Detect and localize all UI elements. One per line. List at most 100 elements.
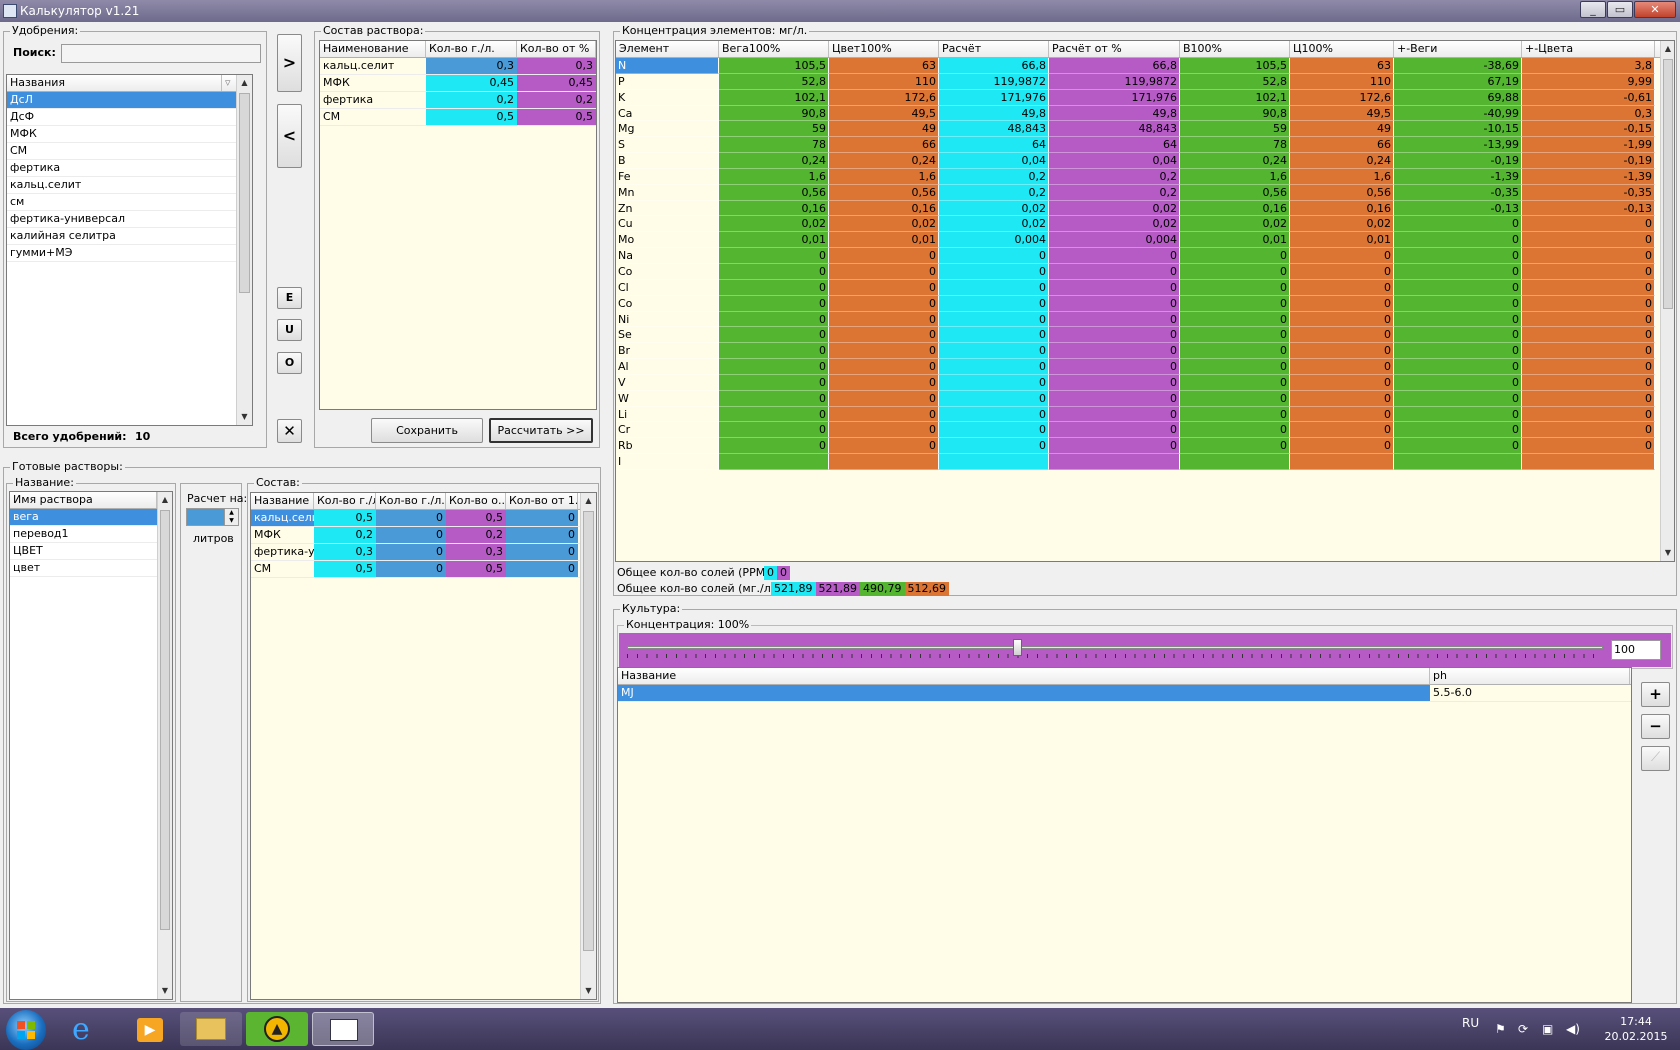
- element-row[interactable]: Mg 59 49 48,843 48,843 59 49 -10,15 -0,15: [616, 121, 1674, 138]
- element-row[interactable]: N 105,5 63 66,8 66,8 105,5 63 -38,69 3,8: [616, 58, 1674, 74]
- volume-icon[interactable]: ◀): [1566, 1022, 1580, 1036]
- calculate-button[interactable]: Рассчитать >>: [489, 418, 593, 443]
- ready-composition-row[interactable]: МФК 0,2 0 0,2 0: [251, 527, 580, 544]
- scroll-up-icon[interactable]: ▲: [581, 493, 596, 509]
- culture-col-ph[interactable]: ph: [1430, 668, 1630, 684]
- liters-spinbox[interactable]: ▲ ▼: [186, 508, 239, 526]
- element-row[interactable]: Cu 0,02 0,02 0,02 0,02 0,02 0,02 0 0: [616, 216, 1674, 233]
- file-explorer-icon[interactable]: [180, 1012, 242, 1046]
- concentration-col-6[interactable]: Ц100%: [1290, 41, 1394, 57]
- rc-col-c[interactable]: Кол-во о...: [446, 493, 506, 509]
- composition-row[interactable]: СМ 0,5 0,5: [320, 109, 596, 126]
- scroll-down-icon[interactable]: ▼: [158, 983, 172, 999]
- concentration-col-0[interactable]: Элемент: [616, 41, 719, 57]
- solution-item[interactable]: вега: [10, 509, 157, 526]
- network-icon[interactable]: ▣: [1542, 1022, 1553, 1036]
- rc-col-b[interactable]: Кол-во г./л.: [376, 493, 446, 509]
- composition-row[interactable]: МФК 0,45 0,45: [320, 75, 596, 92]
- spin-arrows-icon[interactable]: ▲ ▼: [224, 509, 238, 525]
- internet-explorer-icon[interactable]: e: [72, 1015, 90, 1045]
- element-row[interactable]: Se 0 0 0 0 0 0 0 0: [616, 327, 1674, 344]
- element-row[interactable]: Mo 0,01 0,01 0,004 0,004 0,01 0,01 0 0: [616, 232, 1674, 249]
- element-row[interactable]: Ni 0 0 0 0 0 0 0 0: [616, 311, 1674, 328]
- rc-col-name[interactable]: Название: [251, 493, 314, 509]
- add-to-solution-button[interactable]: >: [277, 34, 302, 92]
- solution-item[interactable]: перевод1: [10, 526, 157, 543]
- element-row[interactable]: Fe 1,6 1,6 0,2 0,2 1,6 1,6 -1,39 -1,39: [616, 168, 1674, 185]
- col-name[interactable]: Наименование: [320, 41, 426, 57]
- u-button[interactable]: U: [277, 319, 302, 341]
- element-row[interactable]: Co 0 0 0 0 0 0 0 0: [616, 295, 1674, 312]
- delete-button[interactable]: ✕: [277, 419, 302, 443]
- scroll-down-icon[interactable]: ▼: [581, 983, 596, 999]
- concentration-table[interactable]: Элемент Вега100% Цвет100% Расчёт Расчёт от %…: [615, 40, 1675, 562]
- composition-pct[interactable]: 0,5: [517, 109, 596, 125]
- concentration-scrollbar[interactable]: ▲ ▼: [1660, 41, 1674, 561]
- fertilizer-item[interactable]: МФК: [7, 126, 236, 143]
- composition-qty[interactable]: 0,45: [426, 75, 517, 91]
- composition-row[interactable]: фертика 0,2 0,2: [320, 92, 596, 109]
- maximize-button[interactable]: ▭: [1607, 1, 1633, 18]
- element-row[interactable]: Rb 0 0 0 0 0 0 0 0: [616, 438, 1674, 455]
- fertilizer-item[interactable]: фертика: [7, 160, 236, 177]
- scroll-thumb[interactable]: [583, 511, 594, 951]
- element-row[interactable]: Ca 90,8 49,5 49,8 49,8 90,8 49,5 -40,99 0,3: [616, 105, 1674, 122]
- culture-table[interactable]: Название ph MJ 5.5-6.0: [617, 667, 1632, 1003]
- col-qty[interactable]: Кол-во г./л.: [426, 41, 517, 57]
- element-row[interactable]: I: [616, 454, 1674, 470]
- solution-composition-table[interactable]: Наименование Кол-во г./л. Кол-во от % ка…: [319, 40, 597, 410]
- rc-col-a[interactable]: Кол-во г./л.: [314, 493, 376, 509]
- fertilizer-item[interactable]: калийная селитра: [7, 228, 236, 245]
- fertilizer-item[interactable]: гумми+МЭ: [7, 245, 236, 262]
- solution-list[interactable]: Имя раствора вега перевод1 ЦВЕТ цвет ▲ ▼: [9, 491, 173, 1000]
- calculator-app-icon[interactable]: [312, 1012, 374, 1046]
- remove-from-solution-button[interactable]: <: [277, 104, 302, 168]
- update-icon[interactable]: ⟳: [1518, 1022, 1528, 1036]
- concentration-col-8[interactable]: +-Цвета: [1522, 41, 1655, 57]
- element-row[interactable]: Cr 0 0 0 0 0 0 0 0: [616, 422, 1674, 439]
- media-player-icon[interactable]: ▶: [137, 1018, 163, 1042]
- scroll-thumb[interactable]: [1663, 59, 1673, 309]
- fertilizer-item[interactable]: см: [7, 194, 236, 211]
- concentration-col-7[interactable]: +-Веги: [1394, 41, 1522, 57]
- col-pct[interactable]: Кол-во от %: [517, 41, 596, 57]
- culture-row[interactable]: MJ 5.5-6.0: [618, 685, 1631, 702]
- start-button[interactable]: [6, 1010, 46, 1050]
- ready-composition-row[interactable]: кальц.селит0,500,50: [251, 510, 580, 527]
- element-row[interactable]: S 78 66 64 64 78 66 -13,99 -1,99: [616, 137, 1674, 154]
- element-row[interactable]: Mn 0,56 0,56 0,2 0,2 0,56 0,56 -0,35 -0,35: [616, 184, 1674, 201]
- scroll-thumb[interactable]: [239, 93, 250, 293]
- concentration-slider-track[interactable]: [627, 646, 1603, 649]
- save-button[interactable]: Сохранить: [371, 418, 483, 443]
- element-row[interactable]: V00000000: [616, 374, 1674, 391]
- fertilizer-list-header[interactable]: Названия ▿: [7, 75, 236, 92]
- element-row[interactable]: Zn 0,16 0,16 0,02 0,02 0,16 0,16 -0,13 -0,13: [616, 200, 1674, 217]
- composition-pct[interactable]: 0,3: [517, 58, 596, 74]
- scroll-up-icon[interactable]: ▲: [237, 75, 252, 91]
- rc-col-d[interactable]: Кол-во от 1...: [506, 493, 578, 509]
- fertilizer-item[interactable]: фертика-универсал: [7, 211, 236, 228]
- antivirus-icon[interactable]: ▲: [246, 1012, 308, 1046]
- scroll-thumb[interactable]: [160, 510, 170, 930]
- concentration-col-4[interactable]: Расчёт от %: [1049, 41, 1180, 57]
- title-bar[interactable]: Калькулятор v1.21 _ ▭ ✕: [0, 0, 1680, 22]
- composition-qty[interactable]: 0,2: [426, 92, 517, 108]
- concentration-col-1[interactable]: Вега100%: [719, 41, 829, 57]
- close-button[interactable]: ✕: [1634, 1, 1676, 18]
- composition-qty[interactable]: 0,5: [426, 109, 517, 125]
- fertilizer-column-header[interactable]: Названия: [7, 75, 222, 91]
- element-row[interactable]: Li 0 0 0 0 0 0 0 0: [616, 406, 1674, 423]
- culture-col-name[interactable]: Название: [618, 668, 1430, 684]
- fertilizer-list[interactable]: Названия ▿ ДсЛ ДсФ МФК СМ фертика кальц.селит…: [6, 74, 253, 426]
- language-indicator[interactable]: RU: [1462, 1016, 1479, 1030]
- scroll-up-icon[interactable]: ▲: [1661, 41, 1674, 57]
- e-button[interactable]: E: [277, 287, 302, 309]
- fertilizer-item[interactable]: кальц.селит: [7, 177, 236, 194]
- element-row[interactable]: Al 0 0 0 0 0 0 0 0: [616, 359, 1674, 375]
- add-culture-button[interactable]: +: [1641, 682, 1670, 707]
- element-row[interactable]: W00000000: [616, 390, 1674, 407]
- fertilizer-item[interactable]: ДсФ: [7, 109, 236, 126]
- clock[interactable]: 17:44 20.02.2015: [1600, 1014, 1672, 1044]
- minimize-button[interactable]: _: [1580, 1, 1606, 18]
- element-row[interactable]: K 102,1 172,6 171,976 171,976 102,1 172,6 69,88…: [616, 89, 1674, 106]
